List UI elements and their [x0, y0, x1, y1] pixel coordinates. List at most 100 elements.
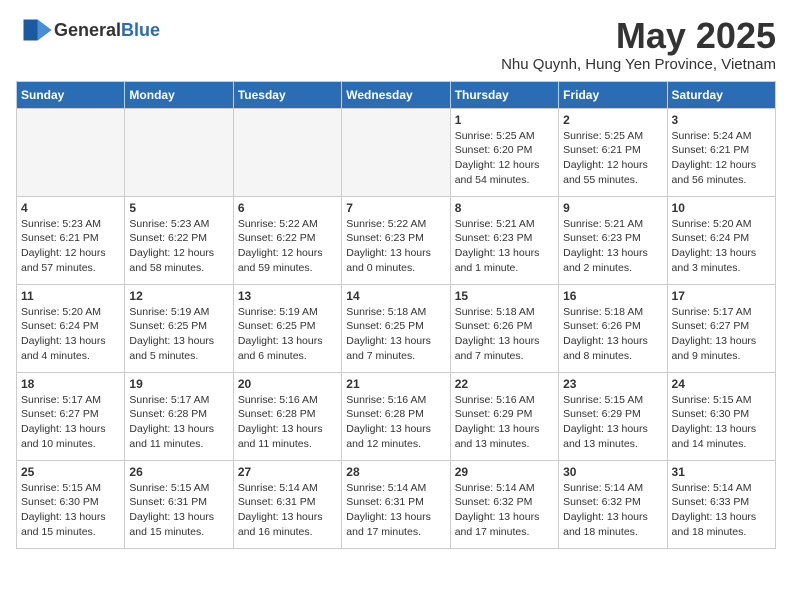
day-number: 23 [563, 377, 662, 391]
calendar-cell: 25Sunrise: 5:15 AMSunset: 6:30 PMDayligh… [17, 460, 125, 548]
day-info: Sunrise: 5:23 AMSunset: 6:22 PMDaylight:… [129, 217, 228, 276]
calendar-cell: 16Sunrise: 5:18 AMSunset: 6:26 PMDayligh… [559, 284, 667, 372]
calendar-cell: 12 Sunrise: 5:19 AMSunset: 6:25 PMDayligh… [125, 284, 233, 372]
day-info: Sunrise: 5:25 AMSunset: 6:20 PMDaylight:… [455, 129, 554, 188]
day-info: Sunrise: 5:20 AMSunset: 6:24 PMDaylight:… [21, 305, 120, 364]
day-number: 22 [455, 377, 554, 391]
day-number: 24 [672, 377, 771, 391]
calendar-cell: 17 Sunrise: 5:17 AMSunset: 6:27 PMDayligh… [667, 284, 775, 372]
day-info: Sunrise: 5:23 AMSunset: 6:21 PMDaylight:… [21, 217, 120, 276]
day-number: 3 [672, 113, 771, 127]
calendar-cell: 10Sunrise: 5:20 AMSunset: 6:24 PMDayligh… [667, 196, 775, 284]
weekday-header-thursday: Thursday [450, 81, 558, 108]
day-number: 27 [238, 465, 337, 479]
calendar-cell: 27 Sunrise: 5:14 AMSunset: 6:31 PMDayligh… [233, 460, 341, 548]
day-number: 15 [455, 289, 554, 303]
day-info: Sunrise: 5:18 AMSunset: 6:26 PMDaylight:… [455, 305, 554, 364]
weekday-header-monday: Monday [125, 81, 233, 108]
day-info: Sunrise: 5:24 AMSunset: 6:21 PMDaylight:… [672, 129, 771, 188]
day-info: Sunrise: 5:18 AMSunset: 6:25 PMDaylight:… [346, 305, 445, 364]
day-info: Sunrise: 5:14 AMSunset: 6:31 PMDaylight:… [238, 481, 337, 540]
day-number: 31 [672, 465, 771, 479]
day-info: Sunrise: 5:19 AMSunset: 6:25 PMDaylight:… [129, 305, 228, 364]
calendar-cell: 3 Sunrise: 5:24 AMSunset: 6:21 PMDaylight… [667, 108, 775, 196]
day-number: 2 [563, 113, 662, 127]
calendar-cell: 15 Sunrise: 5:18 AMSunset: 6:26 PMDayligh… [450, 284, 558, 372]
day-info: Sunrise: 5:14 AMSunset: 6:32 PMDaylight:… [455, 481, 554, 540]
day-info: Sunrise: 5:21 AMSunset: 6:23 PMDaylight:… [455, 217, 554, 276]
day-info: Sunrise: 5:22 AMSunset: 6:22 PMDaylight:… [238, 217, 337, 276]
calendar-cell: 11Sunrise: 5:20 AMSunset: 6:24 PMDayligh… [17, 284, 125, 372]
title-block: May 2025 Nhu Quynh, Hung Yen Province, V… [501, 16, 776, 73]
calendar-cell [125, 108, 233, 196]
day-info: Sunrise: 5:16 AMSunset: 6:28 PMDaylight:… [346, 393, 445, 452]
calendar-cell: 22Sunrise: 5:16 AMSunset: 6:29 PMDayligh… [450, 372, 558, 460]
day-number: 19 [129, 377, 228, 391]
logo-blue: Blue [121, 20, 160, 41]
day-number: 18 [21, 377, 120, 391]
day-number: 21 [346, 377, 445, 391]
weekday-header-saturday: Saturday [667, 81, 775, 108]
location-title: Nhu Quynh, Hung Yen Province, Vietnam [501, 56, 776, 73]
calendar-table: SundayMondayTuesdayWednesdayThursdayFrid… [16, 81, 776, 549]
day-number: 1 [455, 113, 554, 127]
logo: General Blue [16, 16, 160, 44]
day-number: 9 [563, 201, 662, 215]
day-info: Sunrise: 5:15 AMSunset: 6:30 PMDaylight:… [672, 393, 771, 452]
day-info: Sunrise: 5:14 AMSunset: 6:32 PMDaylight:… [563, 481, 662, 540]
calendar-cell: 2 Sunrise: 5:25 AMSunset: 6:21 PMDaylight… [559, 108, 667, 196]
calendar-cell: 28Sunrise: 5:14 AMSunset: 6:31 PMDayligh… [342, 460, 450, 548]
day-number: 5 [129, 201, 228, 215]
calendar-cell: 8 Sunrise: 5:21 AMSunset: 6:23 PMDaylight… [450, 196, 558, 284]
calendar-cell: 19Sunrise: 5:17 AMSunset: 6:28 PMDayligh… [125, 372, 233, 460]
calendar-cell: 13 Sunrise: 5:19 AMSunset: 6:25 PMDayligh… [233, 284, 341, 372]
day-number: 30 [563, 465, 662, 479]
weekday-header-sunday: Sunday [17, 81, 125, 108]
day-info: Sunrise: 5:19 AMSunset: 6:25 PMDaylight:… [238, 305, 337, 364]
day-info: Sunrise: 5:22 AMSunset: 6:23 PMDaylight:… [346, 217, 445, 276]
day-number: 13 [238, 289, 337, 303]
calendar-cell: 20Sunrise: 5:16 AMSunset: 6:28 PMDayligh… [233, 372, 341, 460]
day-number: 10 [672, 201, 771, 215]
weekday-header-friday: Friday [559, 81, 667, 108]
calendar-body: 1 Sunrise: 5:25 AMSunset: 6:20 PMDaylight… [17, 108, 776, 548]
calendar-week-3: 11Sunrise: 5:20 AMSunset: 6:24 PMDayligh… [17, 284, 776, 372]
day-info: Sunrise: 5:25 AMSunset: 6:21 PMDaylight:… [563, 129, 662, 188]
day-info: Sunrise: 5:15 AMSunset: 6:30 PMDaylight:… [21, 481, 120, 540]
calendar-cell [17, 108, 125, 196]
calendar-cell: 23Sunrise: 5:15 AMSunset: 6:29 PMDayligh… [559, 372, 667, 460]
day-info: Sunrise: 5:17 AMSunset: 6:27 PMDaylight:… [672, 305, 771, 364]
calendar-cell: 21 Sunrise: 5:16 AMSunset: 6:28 PMDayligh… [342, 372, 450, 460]
day-number: 7 [346, 201, 445, 215]
calendar-cell: 26Sunrise: 5:15 AMSunset: 6:31 PMDayligh… [125, 460, 233, 548]
day-number: 16 [563, 289, 662, 303]
weekday-header-row: SundayMondayTuesdayWednesdayThursdayFrid… [17, 81, 776, 108]
logo-icon [16, 16, 52, 44]
calendar-cell: 9 Sunrise: 5:21 AMSunset: 6:23 PMDaylight… [559, 196, 667, 284]
day-info: Sunrise: 5:21 AMSunset: 6:23 PMDaylight:… [563, 217, 662, 276]
calendar-cell: 24 Sunrise: 5:15 AMSunset: 6:30 PMDayligh… [667, 372, 775, 460]
day-number: 14 [346, 289, 445, 303]
calendar-cell: 14 Sunrise: 5:18 AMSunset: 6:25 PMDayligh… [342, 284, 450, 372]
day-number: 29 [455, 465, 554, 479]
day-info: Sunrise: 5:17 AMSunset: 6:27 PMDaylight:… [21, 393, 120, 452]
calendar-cell [342, 108, 450, 196]
calendar-cell: 5 Sunrise: 5:23 AMSunset: 6:22 PMDaylight… [125, 196, 233, 284]
day-info: Sunrise: 5:14 AMSunset: 6:33 PMDaylight:… [672, 481, 771, 540]
weekday-header-tuesday: Tuesday [233, 81, 341, 108]
day-number: 4 [21, 201, 120, 215]
calendar-week-5: 25Sunrise: 5:15 AMSunset: 6:30 PMDayligh… [17, 460, 776, 548]
day-number: 6 [238, 201, 337, 215]
day-number: 8 [455, 201, 554, 215]
day-number: 17 [672, 289, 771, 303]
logo-general: General [54, 20, 121, 41]
day-info: Sunrise: 5:14 AMSunset: 6:31 PMDaylight:… [346, 481, 445, 540]
calendar-cell: 6 Sunrise: 5:22 AMSunset: 6:22 PMDaylight… [233, 196, 341, 284]
calendar-cell: 7 Sunrise: 5:22 AMSunset: 6:23 PMDaylight… [342, 196, 450, 284]
calendar-cell: 31 Sunrise: 5:14 AMSunset: 6:33 PMDayligh… [667, 460, 775, 548]
day-number: 12 [129, 289, 228, 303]
day-info: Sunrise: 5:16 AMSunset: 6:28 PMDaylight:… [238, 393, 337, 452]
calendar-week-2: 4 Sunrise: 5:23 AMSunset: 6:21 PMDaylight… [17, 196, 776, 284]
weekday-header-wednesday: Wednesday [342, 81, 450, 108]
calendar-cell: 18 Sunrise: 5:17 AMSunset: 6:27 PMDayligh… [17, 372, 125, 460]
